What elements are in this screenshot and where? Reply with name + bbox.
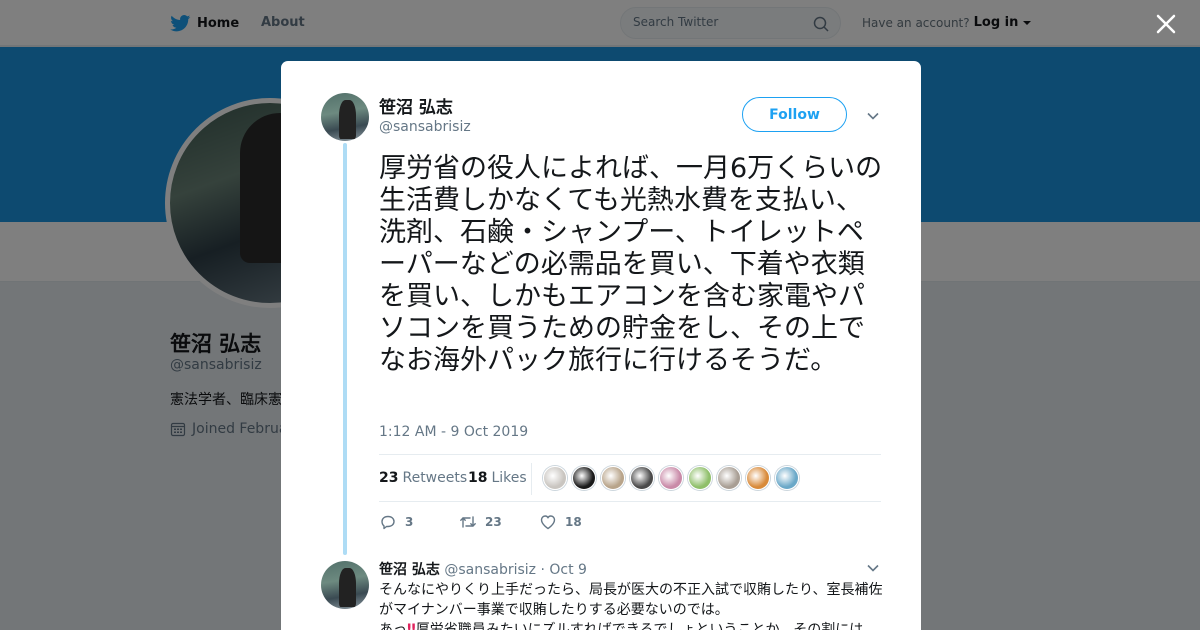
reply-author-avatar[interactable] <box>321 561 369 609</box>
likes-stat[interactable]: 18 Likes <box>468 470 527 486</box>
liker-avatar[interactable] <box>659 466 683 490</box>
reply-text-prefix: あっ <box>379 622 407 630</box>
liker-avatar[interactable] <box>601 466 625 490</box>
heart-icon <box>540 515 556 530</box>
liker-avatar[interactable] <box>688 466 712 490</box>
reply-header: 笹沼 弘志 @sansabrisiz · Oct 9 <box>379 559 587 579</box>
reply-date[interactable]: Oct 9 <box>549 562 587 578</box>
tweet-text: 厚労省の役人によれば、一月6万くらいの生活費しかなくても光熱水費を支払い、洗剤、… <box>379 153 883 376</box>
liker-avatar[interactable] <box>630 466 654 490</box>
reply-action[interactable]: 3 <box>379 513 413 531</box>
tweet-timestamp[interactable]: 1:12 AM - 9 Oct 2019 <box>379 424 528 440</box>
reply-chevron-down-icon[interactable] <box>866 561 880 575</box>
stats-divider <box>531 463 532 495</box>
retweet-action[interactable]: 23 <box>459 513 502 531</box>
retweet-action-count: 23 <box>485 515 502 529</box>
retweet-icon <box>460 516 476 528</box>
thread-line <box>343 143 347 555</box>
author-name[interactable]: 笹沼 弘志 <box>379 93 453 118</box>
liker-avatars <box>543 466 799 490</box>
reply-author-handle[interactable]: @sansabrisiz <box>444 562 536 578</box>
liker-avatar[interactable] <box>746 466 770 490</box>
liker-avatar[interactable] <box>775 466 799 490</box>
likes-label: Likes <box>491 470 527 486</box>
reply-count: 3 <box>405 515 414 529</box>
reply-text-line2: あっ‼厚労省職員みたいにズルすればできるでしょということか。その割には <box>379 620 883 630</box>
liker-avatar[interactable] <box>717 466 741 490</box>
double-exclamation-icon: ‼ <box>407 622 416 630</box>
like-action[interactable]: 18 <box>539 513 582 531</box>
retweets-count: 23 <box>379 470 399 486</box>
chevron-down-icon[interactable] <box>866 109 880 123</box>
tweet-modal: 笹沼 弘志 @sansabrisiz Follow 厚労省の役人によれば、一月6… <box>281 61 921 630</box>
reply-text: そんなにやりくり上手だったら、局長が医大の不正入試で収賄したり、室長補佐がマイナ… <box>379 580 883 630</box>
liker-avatar[interactable] <box>572 466 596 490</box>
likes-count: 18 <box>468 470 488 486</box>
follow-button[interactable]: Follow <box>742 97 847 132</box>
retweets-label: Retweets <box>402 470 468 486</box>
close-icon[interactable] <box>1153 11 1179 37</box>
reply-icon <box>381 515 395 530</box>
reply-text-line1: そんなにやりくり上手だったら、局長が医大の不正入試で収賄したり、室長補佐がマイナ… <box>379 582 883 618</box>
like-action-count: 18 <box>565 515 582 529</box>
author-handle[interactable]: @sansabrisiz <box>379 119 471 135</box>
retweets-stat[interactable]: 23 Retweets <box>379 470 467 486</box>
reply-text-rest: 厚労省職員みたいにズルすればできるでしょということか。その割には <box>415 622 864 630</box>
reply-author-name[interactable]: 笹沼 弘志 <box>379 562 440 578</box>
reply-separator: · <box>540 562 545 578</box>
liker-avatar[interactable] <box>543 466 567 490</box>
tweet-stats: 23 Retweets 18 Likes <box>379 454 881 502</box>
author-avatar[interactable] <box>321 93 369 141</box>
